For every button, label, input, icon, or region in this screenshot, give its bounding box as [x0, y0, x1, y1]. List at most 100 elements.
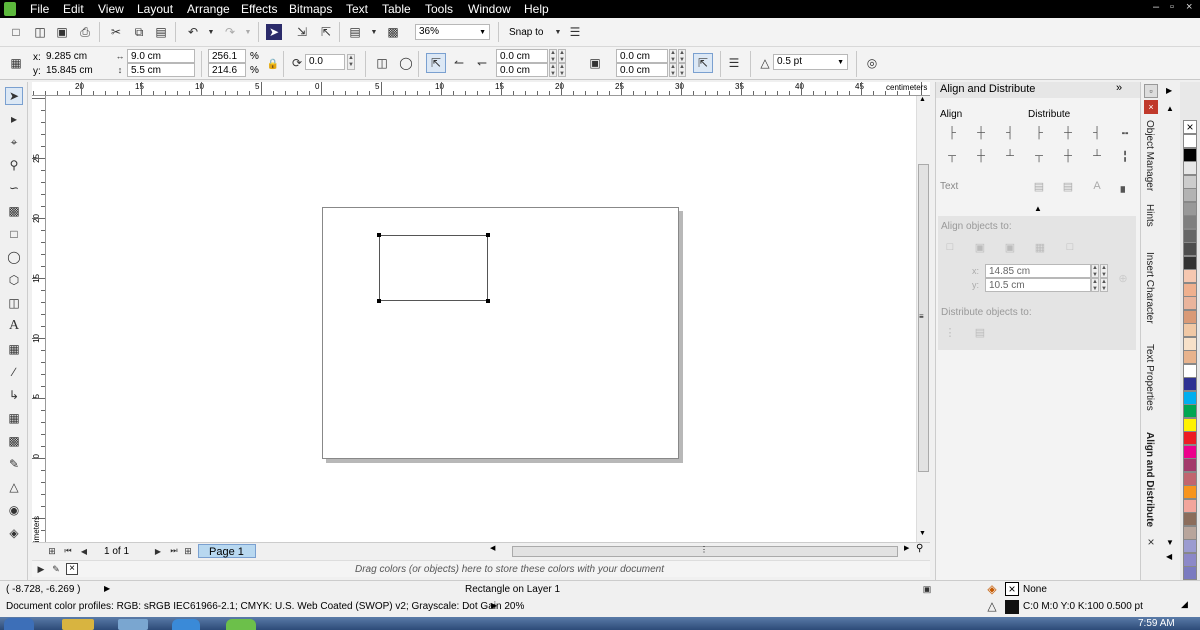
corner-radius-1-field[interactable]: 0.0 cm	[496, 49, 548, 63]
mirror-vertical-icon[interactable]: ◯	[398, 55, 414, 71]
first-page-icon[interactable]: ⏮	[62, 544, 74, 558]
menu-view[interactable]: View	[98, 2, 124, 16]
navigator-icon[interactable]: ⚲	[916, 543, 923, 554]
no-color-swatch[interactable]: ×	[66, 563, 78, 575]
wrap-text-icon[interactable]: ☰	[726, 55, 742, 71]
corner-4b-spinner[interactable]: ▲ ▼	[678, 63, 686, 77]
distribute-spacing-horizontal-icon[interactable]: ╍	[1118, 126, 1132, 140]
docker-tab-close-icon[interactable]: ×	[1145, 535, 1157, 549]
horizontal-ruler[interactable]: 20 15 10 5 0 5 10 15 20 25 30 35 40 45	[32, 82, 930, 96]
align-y-spinner-2[interactable]: ▲ ▼	[1100, 278, 1108, 292]
fill-none-swatch[interactable]: ×	[1005, 582, 1019, 596]
text-bounding-box-icon[interactable]: A	[1090, 179, 1104, 193]
open-icon[interactable]: ◫	[32, 24, 48, 40]
align-center-horizontal-icon[interactable]: ┼	[974, 126, 988, 140]
align-center-vertical-icon[interactable]: ┼	[974, 149, 988, 163]
corner-radius-4-field[interactable]: 0.0 cm	[616, 63, 668, 77]
undo-dropdown-icon[interactable]: ▼	[203, 24, 219, 40]
palette-swatch[interactable]	[1183, 350, 1197, 364]
palette-swatch[interactable]	[1183, 296, 1197, 310]
palette-expand-icon[interactable]: ◀	[1166, 552, 1172, 561]
align-right-icon[interactable]: ┤	[1003, 126, 1017, 140]
align-y-field[interactable]: 10.5 cm	[985, 278, 1091, 292]
scroll-left-icon[interactable]: ◀	[490, 544, 495, 552]
palette-swatch[interactable]	[1183, 552, 1197, 567]
palette-options-icon[interactable]: ▶	[35, 562, 47, 576]
align-x-field[interactable]: 14.85 cm	[985, 264, 1091, 278]
align-y-spinner[interactable]: ▲ ▼	[1091, 278, 1099, 292]
tab-align-and-distribute[interactable]: Align and Distribute	[1144, 432, 1155, 527]
start-button[interactable]	[4, 618, 34, 630]
eyedropper-icon[interactable]: ✎	[50, 562, 62, 576]
menu-effects[interactable]: Effects	[241, 2, 277, 16]
point-picker-icon[interactable]: ⊕	[1116, 271, 1130, 285]
palette-swatch[interactable]	[1183, 336, 1197, 351]
eyedropper-tool-icon[interactable]: ✎	[5, 455, 23, 473]
selection-handle[interactable]	[486, 233, 490, 237]
selection-handle[interactable]	[377, 233, 381, 237]
search-content-icon[interactable]: ➤	[266, 24, 282, 40]
connector-tool-icon[interactable]: ↳	[5, 386, 23, 404]
corner-radius-3-field[interactable]: 0.0 cm	[496, 63, 548, 77]
rotation-spinner[interactable]: ▲ ▼	[347, 54, 355, 70]
rectangle-tool-icon[interactable]: □	[5, 225, 23, 243]
chamfered-corner-icon[interactable]: ↽	[474, 55, 490, 71]
text-outline-icon[interactable]: ▖	[1118, 179, 1132, 193]
scale-width-field[interactable]: 256.1	[208, 49, 246, 63]
palette-swatch[interactable]	[1183, 566, 1197, 580]
tab-hints[interactable]: Hints	[1144, 204, 1155, 227]
palette-swatch[interactable]	[1183, 215, 1197, 229]
palette-swatch[interactable]	[1183, 512, 1197, 526]
palette-swatch[interactable]	[1183, 485, 1197, 499]
menu-edit[interactable]: Edit	[63, 2, 84, 16]
menu-help[interactable]: Help	[524, 2, 549, 16]
palette-swatch[interactable]	[1183, 390, 1197, 405]
palette-swatch[interactable]	[1183, 188, 1197, 202]
color-proof-icon[interactable]: ▣	[921, 583, 933, 595]
save-icon[interactable]: ▣	[54, 24, 70, 40]
welcome-screen-icon[interactable]: ▩	[385, 24, 401, 40]
align-top-icon[interactable]: ┬	[945, 149, 959, 163]
palette-swatch[interactable]	[1183, 309, 1197, 324]
height-field[interactable]: 5.5 cm	[127, 63, 195, 77]
distribute-selection-extent-icon[interactable]: ⋮	[943, 325, 957, 339]
docker-collapse-icon[interactable]: »	[1116, 82, 1122, 94]
minimize-button[interactable]: –	[1153, 1, 1159, 13]
crop-tool-icon[interactable]: ⌖	[5, 133, 23, 151]
taskbar-coreldraw-icon[interactable]	[226, 619, 256, 630]
palette-swatch[interactable]	[1183, 242, 1197, 256]
corner-3b-spinner[interactable]: ▲ ▼	[558, 63, 566, 77]
relative-corner-scaling-icon[interactable]: ⇱	[693, 53, 713, 73]
palette-swatch[interactable]	[1183, 161, 1197, 175]
menu-file[interactable]: File	[30, 2, 49, 16]
zoom-level-select[interactable]: 36% ▼	[415, 24, 490, 40]
no-fill-swatch[interactable]: ×	[1183, 120, 1197, 134]
table-tool-icon[interactable]: ▦	[5, 340, 23, 358]
distribute-center-vertical-icon[interactable]: ┼	[1061, 149, 1075, 163]
export-icon[interactable]: ⇱	[318, 24, 334, 40]
palette-swatch[interactable]	[1183, 147, 1197, 162]
width-field[interactable]: 9.0 cm	[127, 49, 195, 63]
distribute-bottom-icon[interactable]: ┴	[1090, 149, 1104, 163]
drawing-canvas[interactable]	[46, 96, 916, 542]
docker-close-icon[interactable]: ×	[1144, 100, 1158, 114]
tab-text-properties[interactable]: Text Properties	[1144, 344, 1155, 411]
profiles-arrow-icon[interactable]: ▶	[491, 601, 497, 610]
taskbar-app-icon[interactable]	[118, 619, 148, 630]
grid-icon[interactable]: ▦	[1033, 240, 1047, 254]
palette-swatch[interactable]	[1183, 417, 1197, 432]
palette-swatch[interactable]	[1183, 525, 1197, 540]
selection-handle[interactable]	[377, 299, 381, 303]
menu-text[interactable]: Text	[346, 2, 368, 16]
align-x-spinner-2[interactable]: ▲ ▼	[1100, 264, 1108, 278]
import-icon[interactable]: ⇲	[294, 24, 310, 40]
menu-arrange[interactable]: Arrange	[187, 2, 230, 16]
menu-window[interactable]: Window	[468, 2, 511, 16]
distribute-right-icon[interactable]: ┤	[1090, 126, 1104, 140]
tab-insert-character[interactable]: Insert Character	[1144, 252, 1155, 324]
corner-radius-2-field[interactable]: 0.0 cm	[616, 49, 668, 63]
palette-swatch[interactable]	[1183, 498, 1197, 513]
snap-dropdown-icon[interactable]: ▼	[550, 24, 566, 40]
align-left-icon[interactable]: ├	[945, 126, 959, 140]
polygon-tool-icon[interactable]: ⬡	[5, 271, 23, 289]
